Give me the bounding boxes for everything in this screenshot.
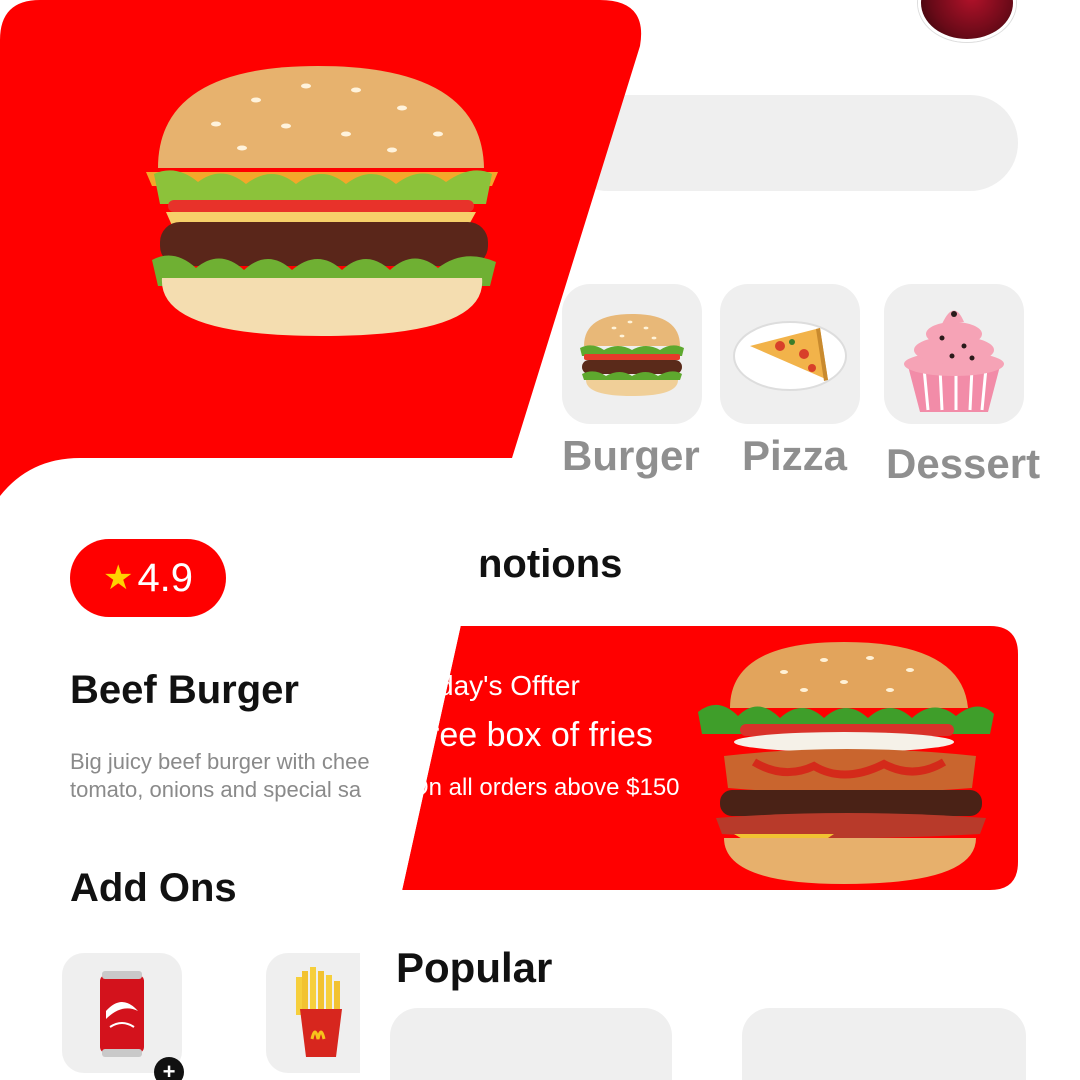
star-icon: ★	[102, 559, 134, 597]
cola-can-icon	[100, 971, 144, 1057]
product-description-line: tomato, onions and special sa	[70, 777, 362, 802]
product-title: Beef Burger	[70, 668, 299, 712]
product-description: Big juicy beef burger with chee tomato, …	[70, 748, 410, 818]
add-addon-button[interactable]: +	[154, 1057, 184, 1080]
rating-value: 4.9	[137, 555, 194, 600]
hero-burger-image	[146, 66, 498, 336]
detail-screen: ★ 4.9 Beef Burger Big juicy beef burger …	[0, 0, 1080, 1080]
addons-title: Add Ons	[70, 866, 237, 910]
addon-item-cola[interactable]	[62, 953, 182, 1073]
fries-icon	[296, 967, 342, 1057]
product-description-line: Big juicy beef burger with chee	[70, 749, 370, 774]
rating-badge: ★ 4.9	[70, 539, 226, 617]
addon-item-fries[interactable]	[266, 953, 360, 1073]
